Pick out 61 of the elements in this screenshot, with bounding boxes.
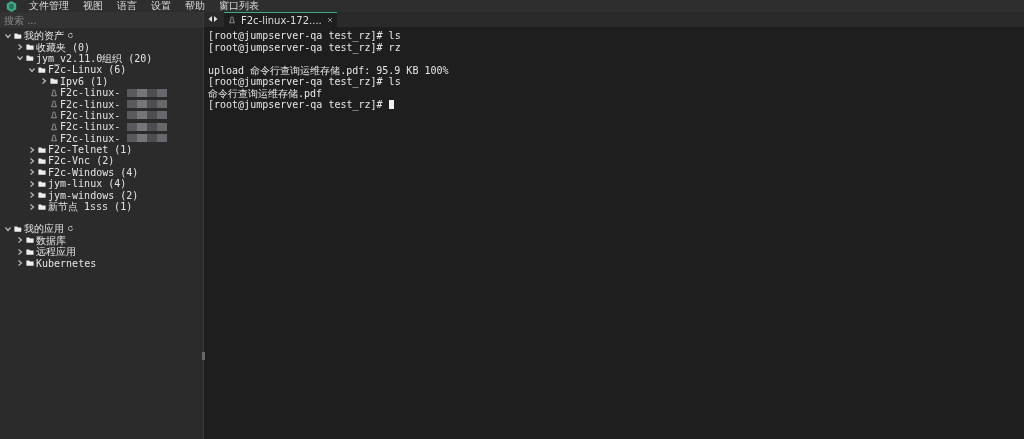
menu-item[interactable]: 设置 xyxy=(151,0,171,12)
terminal-line: [root@jumpserver-qa test_rz]# xyxy=(208,99,384,111)
tree-item[interactable]: F2c-linux- xyxy=(60,109,121,121)
terminal-line: [root@jumpserver-qa test_rz]# ls xyxy=(208,30,401,42)
tree-item[interactable]: 远程应用 xyxy=(36,246,76,258)
tree-item[interactable]: F2c-linux- xyxy=(60,87,121,99)
terminal-line: [root@jumpserver-qa test_rz]# rz xyxy=(208,41,401,53)
tree-item[interactable]: F2c-linux- xyxy=(60,132,121,144)
tree-item[interactable]: F2c-Windows (4) xyxy=(48,166,139,178)
chevron-down-icon[interactable] xyxy=(16,54,24,63)
folder-icon xyxy=(50,77,58,86)
chevron-down-icon[interactable] xyxy=(4,224,12,233)
tree-item[interactable]: 收藏夹 (0) xyxy=(36,41,91,53)
tree-item[interactable]: jym-windows (2) xyxy=(48,189,139,201)
search-field[interactable]: 搜索 ... xyxy=(0,12,203,28)
terminal-line: upload 命令行查询运维存储.pdf: 95.9 KB 100% xyxy=(208,64,449,76)
refresh-icon[interactable] xyxy=(67,32,74,40)
terminal-line: 命令行查询运维存储.pdf xyxy=(208,87,323,99)
chevron-down-icon[interactable] xyxy=(4,31,12,40)
logo-icon xyxy=(6,0,17,12)
tab-scroll-arrows-icon[interactable] xyxy=(208,15,218,23)
chevron-right-icon[interactable] xyxy=(28,179,36,188)
tree-item[interactable]: F2c-linux- xyxy=(60,98,121,110)
chevron-right-icon[interactable] xyxy=(16,236,24,245)
menu-item[interactable]: 帮助 xyxy=(185,0,205,12)
chevron-right-icon[interactable] xyxy=(16,247,24,256)
menu-item[interactable]: 语言 xyxy=(117,0,137,12)
chevron-right-icon[interactable] xyxy=(16,43,24,52)
open-folder-icon xyxy=(26,54,34,63)
chevron-right-icon[interactable] xyxy=(28,145,36,154)
menu-item[interactable]: 文件管理 xyxy=(29,0,69,12)
folder-icon xyxy=(26,43,34,52)
chevron-right-icon[interactable] xyxy=(28,202,36,211)
resize-handle[interactable] xyxy=(202,352,205,360)
tree-item[interactable]: F2c-Linux (6) xyxy=(48,64,127,76)
chevron-right-icon[interactable] xyxy=(28,168,36,177)
chevron-right-icon[interactable] xyxy=(16,259,24,268)
terminal-line: [root@jumpserver-qa test_rz]# ls xyxy=(208,76,401,88)
chevron-right-icon[interactable] xyxy=(28,191,36,200)
tree-item[interactable]: Kubernetes xyxy=(36,257,97,269)
tree-item[interactable]: Ipv6 (1) xyxy=(60,75,109,87)
tree-item[interactable]: 数据库 xyxy=(36,234,66,246)
tree-item[interactable]: F2c-Vnc (2) xyxy=(48,155,115,167)
terminal-tab[interactable]: F2c-linux-172.... xyxy=(224,12,337,27)
chevron-right-icon[interactable] xyxy=(28,157,36,165)
tree-item[interactable]: jym_v2.11.0组织 (20) xyxy=(36,52,153,64)
menu-item[interactable]: 视图 xyxy=(83,0,103,12)
chevron-right-icon[interactable] xyxy=(40,77,48,86)
open-folder-icon xyxy=(14,31,22,40)
tree-item[interactable]: F2c-linux- xyxy=(60,121,121,133)
tree-item[interactable]: 我的应用 xyxy=(24,223,64,235)
refresh-icon[interactable] xyxy=(67,225,74,233)
tree-item[interactable]: 新节点 1sss (1) xyxy=(48,201,133,213)
tree-item[interactable]: jym-linux (4) xyxy=(48,178,127,190)
open-folder-icon xyxy=(14,224,22,233)
menu-item[interactable]: 窗口列表 xyxy=(219,0,259,12)
open-folder-icon xyxy=(38,65,46,74)
tree-item[interactable]: F2c-Telnet (1) xyxy=(48,144,133,156)
tree-item[interactable]: 我的资产 xyxy=(24,30,64,42)
close-icon[interactable] xyxy=(326,17,333,23)
chevron-down-icon[interactable] xyxy=(28,65,36,74)
